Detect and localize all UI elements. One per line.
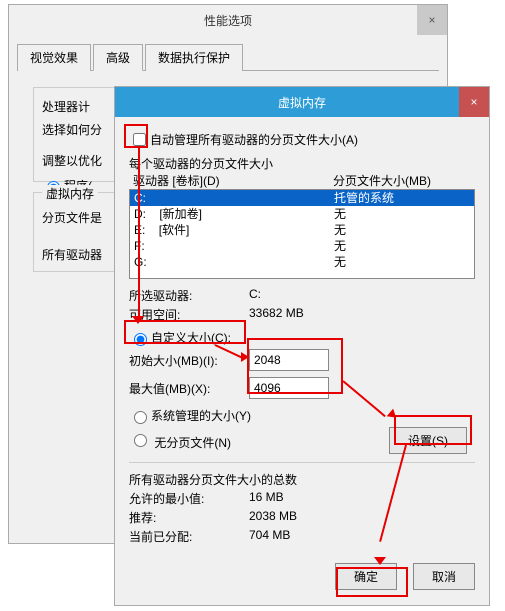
no-paging-radio[interactable] xyxy=(134,434,147,447)
vm-title: 虚拟内存 xyxy=(278,94,326,111)
perf-title: 性能选项 xyxy=(204,12,252,29)
max-size-input[interactable] xyxy=(249,377,329,399)
auto-manage-checkbox[interactable] xyxy=(133,133,146,146)
initial-size-input[interactable] xyxy=(249,349,329,371)
list-item[interactable]: F: 无 xyxy=(130,238,474,254)
available-label: 可用空间: xyxy=(129,306,249,323)
perf-tabs: 视觉效果 高级 数据执行保护 xyxy=(17,43,439,71)
cancel-button[interactable]: 取消 xyxy=(413,563,475,590)
totals-label: 所有驱动器分页文件大小的总数 xyxy=(129,471,475,488)
selected-drive-label: 所选驱动器: xyxy=(129,287,249,304)
perf-titlebar: 性能选项 × xyxy=(9,5,447,35)
ok-button[interactable]: 确定 xyxy=(335,563,397,590)
each-drive-label: 每个驱动器的分页文件大小 xyxy=(129,155,475,172)
drive-list-header: 驱动器 [卷标](D) 分页文件大小(MB) xyxy=(129,172,475,189)
close-icon[interactable]: × xyxy=(417,5,447,35)
auto-manage-row: 自动管理所有驱动器的分页文件大小(A) xyxy=(129,130,475,149)
rec-value: 2038 MB xyxy=(249,509,297,526)
list-item[interactable]: C: 托管的系统 xyxy=(130,190,474,206)
initial-label: 初始大小(MB)(I): xyxy=(129,352,249,369)
custom-size-label: 自定义大小(C): xyxy=(151,329,231,346)
max-label: 最大值(MB)(X): xyxy=(129,380,249,397)
header-drive: 驱动器 [卷标](D) xyxy=(133,172,333,189)
selected-drive-value: C: xyxy=(249,287,261,304)
min-value: 16 MB xyxy=(249,490,284,507)
min-label: 允许的最小值: xyxy=(129,490,249,507)
tab-dep[interactable]: 数据执行保护 xyxy=(145,44,243,71)
vm-group-title: 虚拟内存 xyxy=(42,185,98,202)
set-button[interactable]: 设置(S) xyxy=(389,427,467,454)
tab-advanced[interactable]: 高级 xyxy=(93,44,143,71)
vm-titlebar: 虚拟内存 × xyxy=(115,87,489,117)
list-item[interactable]: G: 无 xyxy=(130,254,474,270)
custom-size-radio[interactable] xyxy=(134,333,147,346)
close-icon[interactable]: × xyxy=(459,87,489,117)
system-managed-radio[interactable] xyxy=(134,411,147,424)
cur-label: 当前已分配: xyxy=(129,528,249,545)
tab-visual[interactable]: 视觉效果 xyxy=(17,44,91,71)
available-value: 33682 MB xyxy=(249,306,304,323)
list-item[interactable]: E: [软件] 无 xyxy=(130,222,474,238)
system-managed-label: 系统管理的大小(Y) xyxy=(151,407,251,424)
header-size: 分页文件大小(MB) xyxy=(333,172,431,189)
virtual-memory-dialog: 虚拟内存 × 自动管理所有驱动器的分页文件大小(A) 每个驱动器的分页文件大小 … xyxy=(114,86,490,606)
auto-manage-label: 自动管理所有驱动器的分页文件大小(A) xyxy=(150,131,358,148)
rec-label: 推荐: xyxy=(129,509,249,526)
no-paging-label: 无分页文件(N) xyxy=(154,436,231,450)
list-item[interactable]: D: [新加卷] 无 xyxy=(130,206,474,222)
drive-listbox[interactable]: C: 托管的系统 D: [新加卷] 无 E: [软件] 无 F: 无 G: 无 xyxy=(129,189,475,279)
cur-value: 704 MB xyxy=(249,528,290,545)
